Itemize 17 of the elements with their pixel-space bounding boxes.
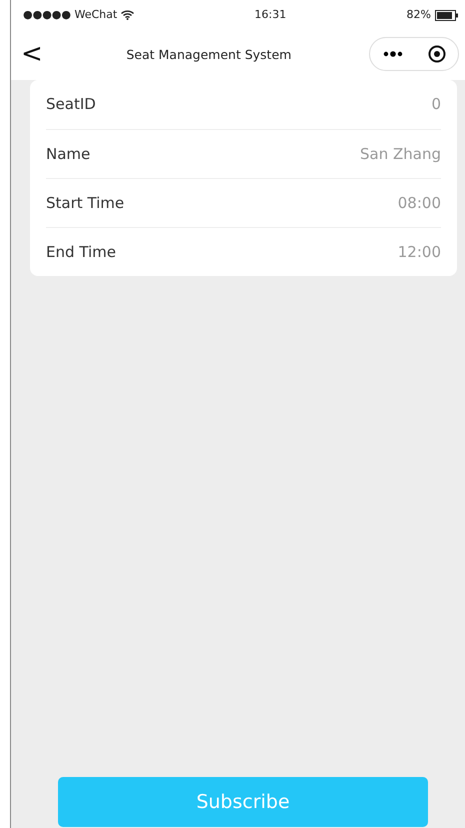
field-value: 0 xyxy=(431,94,441,116)
field-label: End Time xyxy=(46,242,116,263)
wifi-icon xyxy=(121,10,134,20)
capsule-menu[interactable] xyxy=(369,37,459,71)
more-icon[interactable] xyxy=(382,51,402,57)
carrier-label: ●●●●● WeChat xyxy=(23,6,118,23)
battery-percent: 82% xyxy=(406,6,431,23)
field-label: SeatID xyxy=(46,94,96,116)
field-label: Start Time xyxy=(46,192,124,214)
back-button[interactable]: < xyxy=(15,41,49,67)
battery-icon xyxy=(434,10,459,20)
field-value: 12:00 xyxy=(398,242,441,263)
field-value: San Zhang xyxy=(360,144,441,165)
status-time: 16:31 xyxy=(254,6,286,23)
field-value: 08:00 xyxy=(398,192,441,214)
page-title: Seat Management System xyxy=(126,47,292,62)
field-label: Name xyxy=(46,144,90,165)
